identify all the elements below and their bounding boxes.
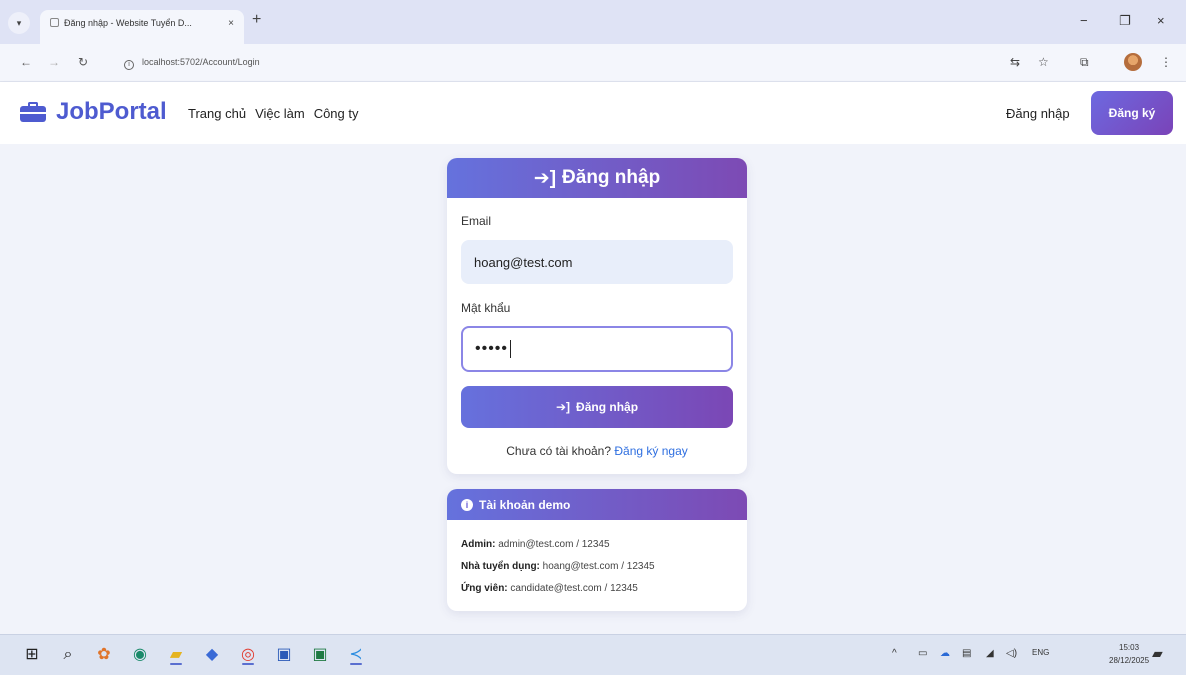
demo-account-employer: Nhà tuyển dụng: hoang@test.com / 12345 <box>461 561 655 572</box>
demo-accounts-card: i Tài khoản demo Admin: admin@test.com /… <box>447 489 747 611</box>
info-icon: i <box>461 498 473 511</box>
password-input[interactable]: ••••• <box>461 326 733 372</box>
sign-in-icon: ➔] <box>533 167 557 189</box>
browser-toolbar: ← → ↻ i localhost:5702/Account/Login ⇆ ☆ … <box>0 44 1186 82</box>
demo-card-header: i Tài khoản demo <box>447 489 747 520</box>
tray-language[interactable]: ENG <box>1032 648 1049 657</box>
browser-menu-icon[interactable]: ⋮ <box>1160 55 1172 69</box>
word-icon[interactable]: ▣ <box>272 643 296 667</box>
bookmark-star-icon[interactable]: ☆ <box>1038 55 1049 69</box>
page-favicon-icon <box>50 18 59 27</box>
copilot-icon[interactable]: ✿ <box>92 643 116 667</box>
taskbar: ⊞ ⌕ ✿ ◉ ▰ ◆ ◎ ▣ ▣ ≺ ^ ▭ ☁ ▤ ◢ ◁) ENG 15:… <box>0 634 1186 675</box>
address-bar[interactable]: i localhost:5702/Account/Login <box>112 50 1082 76</box>
site-info-icon[interactable]: i <box>124 60 134 70</box>
minimize-button[interactable]: − <box>1080 13 1088 28</box>
login-submit-button[interactable]: ➔] Đăng nhập <box>461 386 733 428</box>
demo-title: Tài khoản demo <box>479 497 571 512</box>
tray-cloud-icon[interactable]: ☁ <box>940 648 950 659</box>
back-arrow-icon[interactable]: ← <box>20 55 32 69</box>
email-label: Email <box>461 214 492 228</box>
tray-volume-icon[interactable]: ◁) <box>1006 648 1017 659</box>
url-text: localhost:5702/Account/Login <box>142 57 260 67</box>
chrome-icon[interactable]: ◎ <box>236 643 260 667</box>
register-prompt: Chưa có tài khoản? Đăng ký ngay <box>447 444 747 458</box>
text-caret <box>510 340 512 358</box>
sign-in-icon: ➔] <box>555 400 571 414</box>
browser-tab[interactable]: Đăng nhập - Website Tuyển D... × <box>40 10 244 44</box>
tray-network-icon[interactable]: ▤ <box>962 648 971 659</box>
nav-login-link[interactable]: Đăng nhập <box>1006 106 1070 121</box>
clock-date: 28/12/2025 <box>1109 656 1150 665</box>
extensions-icon[interactable]: ⧉ <box>1080 55 1089 70</box>
maximize-button[interactable]: ❐ <box>1119 13 1131 29</box>
nav-links: Trang chủ Việc làm Công ty <box>188 106 359 121</box>
tab-search-icon[interactable]: ▾ <box>8 12 30 34</box>
demo-account-candidate: Ứng viên: candidate@test.com / 12345 <box>461 583 638 594</box>
file-explorer-icon[interactable]: ▰ <box>164 643 188 667</box>
excel-icon[interactable]: ▣ <box>308 643 332 667</box>
edge-icon[interactable]: ◉ <box>128 643 152 667</box>
clock-time: 15:03 <box>1119 643 1140 652</box>
tray-wifi-icon[interactable]: ◢ <box>986 648 994 659</box>
profile-avatar-icon[interactable] <box>1124 53 1142 71</box>
briefcase-icon <box>20 102 46 122</box>
nav-register-button[interactable]: Đăng ký <box>1091 91 1173 135</box>
vscode-icon[interactable]: ≺ <box>344 643 368 667</box>
reload-icon[interactable]: ↻ <box>78 55 88 69</box>
register-now-link[interactable]: Đăng ký ngay <box>614 444 687 458</box>
demo-account-admin: Admin: admin@test.com / 12345 <box>461 539 610 550</box>
site-navbar: JobPortal Trang chủ Việc làm Công ty Đăn… <box>0 82 1186 144</box>
login-card: ➔] Đăng nhập Email hoang@test.com Mật kh… <box>447 158 747 474</box>
browser-tabstrip: ▾ Đăng nhập - Website Tuyển D... × + − ❐… <box>0 0 1186 44</box>
login-title: Đăng nhập <box>562 167 661 188</box>
nav-link-jobs[interactable]: Việc làm <box>255 106 305 121</box>
email-input[interactable]: hoang@test.com <box>461 240 733 284</box>
new-tab-button[interactable]: + <box>252 11 261 29</box>
notification-icon[interactable]: ▰ <box>1152 645 1163 662</box>
password-label: Mật khẩu <box>461 301 511 315</box>
close-window-button[interactable]: × <box>1157 13 1165 28</box>
brand-name: JobPortal <box>56 98 167 125</box>
login-card-header: ➔] Đăng nhập <box>447 158 747 198</box>
store-icon[interactable]: ◆ <box>200 643 224 667</box>
no-account-text: Chưa có tài khoản? <box>506 444 612 458</box>
password-value: ••••• <box>475 340 509 357</box>
tab-title: Đăng nhập - Website Tuyển D... <box>64 18 192 28</box>
nav-link-home[interactable]: Trang chủ <box>188 106 246 121</box>
page-content: ➔] Đăng nhập Email hoang@test.com Mật kh… <box>0 144 1186 634</box>
translate-icon[interactable]: ⇆ <box>1010 55 1020 69</box>
forward-arrow-icon[interactable]: → <box>48 55 60 69</box>
search-icon[interactable]: ⌕ <box>56 643 80 667</box>
nav-link-companies[interactable]: Công ty <box>314 106 359 121</box>
tab-close-icon[interactable]: × <box>228 18 234 29</box>
tray-app-icon[interactable]: ▭ <box>918 648 927 659</box>
start-icon[interactable]: ⊞ <box>20 643 44 667</box>
brand-logo[interactable]: JobPortal <box>20 98 167 126</box>
tray-clock[interactable]: 15:03 28/12/2025 <box>1109 641 1149 667</box>
tray-chevron-icon[interactable]: ^ <box>892 648 897 659</box>
submit-label: Đăng nhập <box>576 400 639 414</box>
